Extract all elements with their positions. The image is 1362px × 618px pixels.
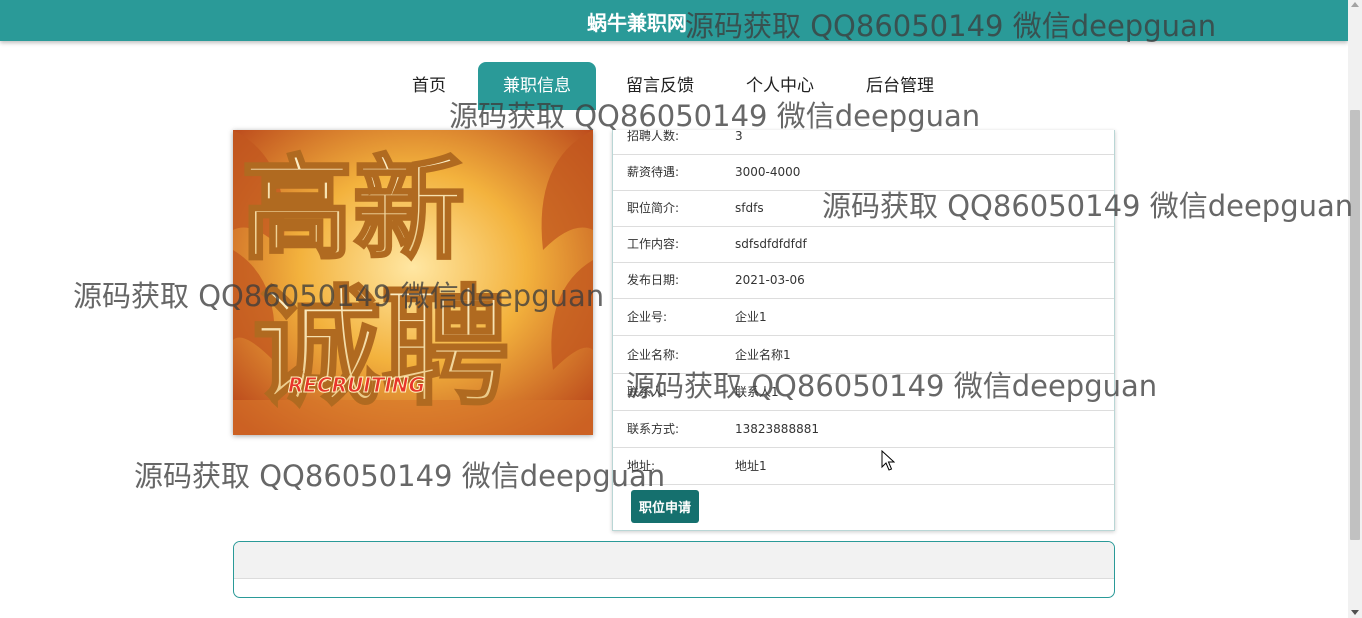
watermark-text: 源码获取 QQ86050149 微信deepguan — [134, 459, 666, 493]
detail-label: 地址: — [627, 459, 656, 473]
detail-value: 地址1 — [735, 459, 767, 473]
scroll-down-arrow-icon[interactable] — [1351, 610, 1359, 615]
scrollbar-thumb[interactable] — [1350, 110, 1360, 540]
detail-value: 3000-4000 — [735, 165, 801, 179]
detail-value: 13823888881 — [735, 422, 819, 436]
detail-value: 3 — [735, 129, 743, 143]
detail-label: 企业号: — [627, 310, 668, 324]
nav-item-jobs[interactable]: 兼职信息 — [478, 62, 596, 110]
poster-text-top: 高新 — [241, 145, 465, 275]
scroll-up-arrow-icon[interactable] — [1351, 2, 1359, 7]
detail-row-company-id: 企业号: 企业1 — [613, 299, 1114, 336]
detail-label: 企业名称: — [627, 348, 680, 362]
detail-row-headcount: 招聘人数: 3 — [613, 118, 1114, 155]
recruiting-poster-graphic: 高新 诚聘 RECRUITING — [233, 130, 593, 435]
page-scrollbar[interactable] — [1348, 0, 1362, 618]
job-poster-image: 高新 诚聘 RECRUITING — [233, 130, 593, 435]
detail-value: 联系人1 — [735, 385, 779, 399]
nav-item-personal-center[interactable]: 个人中心 — [732, 62, 828, 110]
detail-value: 企业名称1 — [735, 348, 791, 362]
detail-row-salary: 薪资待遇: 3000-4000 — [613, 154, 1114, 191]
detail-label: 发布日期: — [627, 273, 680, 287]
nav-item-home[interactable]: 首页 — [398, 62, 460, 110]
detail-value: sfdfs — [735, 201, 764, 215]
detail-row-summary: 职位简介: sfdfs — [613, 190, 1114, 227]
poster-text-bottom: 诚聘 — [253, 274, 509, 423]
site-title: 蜗牛兼职网 — [587, 11, 687, 35]
job-detail-panel: 招聘人数: 3 薪资待遇: 3000-4000 职位简介: sfdfs 工作内容… — [612, 129, 1115, 531]
detail-value: 2021-03-06 — [735, 273, 805, 287]
detail-label: 职位简介: — [627, 201, 680, 215]
detail-row-phone: 联系方式: 13823888881 — [613, 411, 1114, 448]
detail-value: 企业1 — [735, 310, 767, 324]
poster-banner: RECRUITING — [288, 373, 425, 397]
detail-label: 招聘人数: — [627, 129, 680, 143]
detail-label: 联系人: — [627, 385, 668, 399]
detail-row-company-name: 企业名称: 企业名称1 — [613, 337, 1114, 374]
detail-row-publish-date: 发布日期: 2021-03-06 — [613, 262, 1114, 299]
detail-label: 薪资待遇: — [627, 165, 680, 179]
detail-row-contact-person: 联系人: 联系人1 — [613, 374, 1114, 411]
detail-row-content: 工作内容: sdfsdfdfdfdf — [613, 226, 1114, 263]
main-nav: 首页 兼职信息 留言反馈 个人中心 后台管理 — [0, 62, 1348, 110]
detail-label: 联系方式: — [627, 422, 680, 436]
detail-label: 工作内容: — [627, 237, 680, 251]
bottom-content-box — [233, 541, 1115, 598]
nav-item-admin[interactable]: 后台管理 — [852, 62, 948, 110]
nav-item-feedback[interactable]: 留言反馈 — [612, 62, 708, 110]
apply-job-button[interactable]: 职位申请 — [631, 490, 699, 523]
detail-row-address: 地址: 地址1 — [613, 448, 1114, 485]
detail-value: sdfsdfdfdfdf — [735, 237, 807, 251]
bottom-box-header — [234, 542, 1114, 579]
mouse-cursor-icon — [881, 450, 895, 471]
top-header-bar: 蜗牛兼职网 — [0, 0, 1348, 41]
